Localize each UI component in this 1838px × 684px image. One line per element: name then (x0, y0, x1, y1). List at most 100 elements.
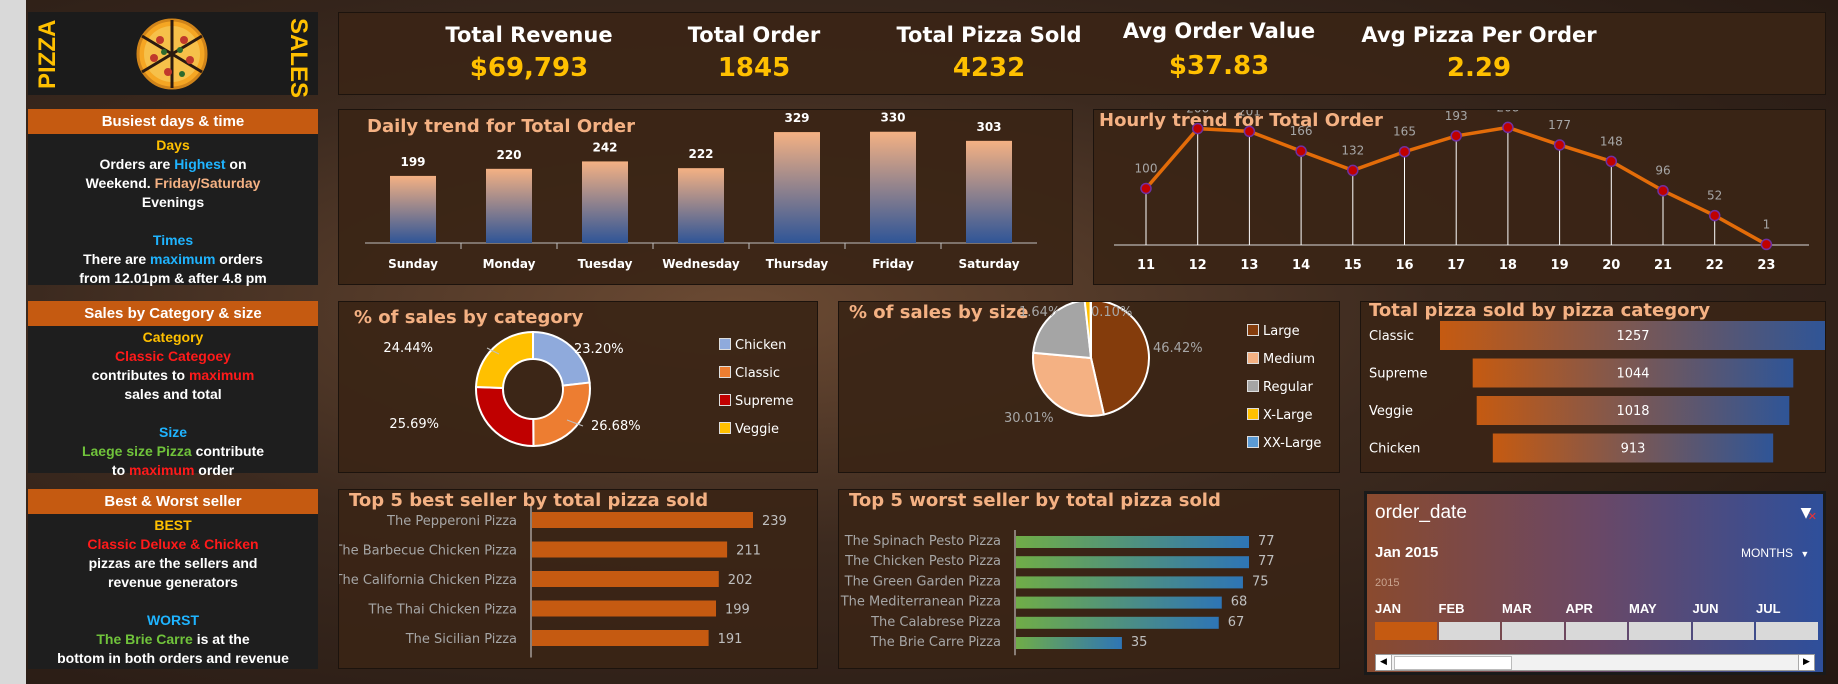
category-label: The Green Garden Pizza (844, 574, 1001, 589)
worst-heading: WORST (146, 612, 200, 628)
scroll-thumb[interactable] (1394, 656, 1512, 670)
legend-swatch (719, 394, 731, 406)
category-heading: Category (142, 329, 204, 345)
point-16 (1398, 145, 1411, 158)
point-14 (1295, 145, 1307, 157)
kpi-total-revenue-value: $69,793 (469, 53, 589, 83)
data-label: 242 (592, 140, 617, 154)
text: Weekend. (85, 175, 155, 191)
data-label: 67 (1228, 615, 1245, 630)
bar-sunday (390, 175, 436, 243)
text: pizzas are the sellers and (88, 555, 258, 571)
timeline-cell-apr[interactable] (1565, 622, 1627, 640)
legend-label: Regular (1263, 380, 1313, 395)
data-label: 77 (1258, 534, 1275, 549)
month-label-apr: APR (1565, 601, 1593, 616)
text: from 12.01pm & after 4.8 pm (79, 270, 267, 286)
data-label: 199 (725, 603, 750, 618)
data-label: 23.20% (574, 342, 624, 357)
logo-pizza-text: PIZZA (34, 19, 61, 89)
data-label: 1 (1763, 217, 1771, 231)
slicer-selected-range: Jan 2015 (1375, 544, 1439, 561)
clear-filter-icon[interactable]: ▼ ✕ (1797, 504, 1817, 523)
data-label: 913 (1621, 442, 1646, 457)
bar (1016, 536, 1249, 548)
slicer-level-label: MONTHS (1741, 546, 1793, 560)
slicer-level-dropdown[interactable]: MONTHS ▼ (1741, 546, 1809, 560)
x-tick-label: 16 (1395, 258, 1413, 273)
month-label-mar: MAR (1502, 601, 1532, 616)
worst-sellers-panel: Top 5 worst seller by total pizza sold T… (838, 489, 1340, 669)
highlight: maximum (150, 251, 216, 267)
data-label: 303 (976, 120, 1001, 134)
bar (1016, 616, 1219, 629)
busiest-days-title: Busiest days & time (28, 109, 318, 134)
legend-swatch (1247, 436, 1259, 448)
month-label-feb: FEB (1438, 601, 1465, 616)
timeline-cell-jan[interactable] (1375, 622, 1437, 640)
legend-regular: Regular (1247, 380, 1313, 395)
category-label: The Barbecue Chicken Pizza (339, 544, 517, 559)
logo-sales-text: SALES (285, 18, 312, 99)
slicer-scrollbar[interactable]: ◀ ▶ (1375, 654, 1815, 671)
data-label: 206 (1186, 110, 1209, 116)
data-label: 148 (1600, 134, 1623, 148)
category-label: The California Chicken Pizza (339, 573, 517, 588)
pizza-icon (136, 18, 208, 90)
point-15 (1347, 164, 1359, 177)
hourly-trend-chart: 1001120612201131661413215165161931720818… (1114, 110, 1809, 273)
timeline-cell-mar[interactable] (1502, 622, 1564, 640)
data-label: 177 (1548, 118, 1571, 132)
text: revenue generators (108, 574, 238, 590)
bar (1016, 637, 1122, 649)
timeline-cell-jun[interactable] (1692, 622, 1754, 640)
kpi-avg-pizza-per-order-value: 2.29 (1446, 53, 1512, 83)
point-17 (1450, 130, 1462, 142)
category-label: Veggie (1369, 404, 1413, 419)
spreadsheet-margin (0, 0, 26, 684)
highlight: maximum (188, 367, 255, 383)
timeline-cell-jul[interactable] (1756, 622, 1818, 640)
kpi-total-order-value: 1845 (717, 53, 791, 83)
x-tick-label: 18 (1499, 258, 1517, 273)
kpi-avg-order-value-value: $37.83 (1168, 51, 1270, 81)
point-20 (1605, 155, 1618, 168)
days-heading: Days (156, 137, 190, 153)
point-11 (1140, 182, 1152, 195)
data-label: 208 (1496, 110, 1519, 114)
scroll-right-arrow[interactable]: ▶ (1798, 655, 1814, 670)
kpi-total-order-label: Total Order (687, 23, 821, 47)
x-tick-label: Monday (483, 257, 536, 271)
legend-classic: Classic (719, 366, 780, 381)
best-sellers-panel: Top 5 best seller by total pizza sold Th… (338, 489, 818, 669)
data-label: 211 (736, 544, 761, 559)
legend-swatch (719, 366, 731, 378)
category-label: The Spinach Pesto Pizza (844, 534, 1001, 549)
bar-monday (486, 168, 532, 243)
slice-classic (532, 381, 591, 448)
bar-friday (870, 131, 916, 243)
point-22 (1708, 209, 1721, 222)
slicer-year-label: 2015 (1375, 577, 1400, 589)
best-worst-title: Best & Worst seller (28, 489, 318, 514)
bar (532, 571, 719, 587)
order-date-slicer[interactable]: order_date ▼ ✕ Jan 2015 MONTHS ▼ 2015 JAN… (1364, 491, 1826, 675)
x-tick-label: Tuesday (578, 257, 633, 271)
bar (1016, 596, 1222, 609)
category-label: Chicken (1369, 442, 1420, 457)
size-heading: Size (158, 424, 187, 440)
legend-medium: Medium (1247, 352, 1315, 367)
x-tick-label: Thursday (766, 257, 829, 271)
timeline-cell-feb[interactable] (1438, 622, 1500, 640)
kpi-panel: Total Revenue $69,793 Total Order 1845 T… (338, 12, 1826, 95)
slicer-title: order_date (1375, 502, 1467, 523)
category-label: The Thai Chicken Pizza (368, 603, 518, 618)
best-heading: BEST (154, 517, 192, 533)
data-label: 199 (400, 155, 425, 169)
timeline-cell-may[interactable] (1629, 622, 1691, 640)
highlight: Friday/Saturday (154, 175, 261, 191)
x-tick-label: 12 (1189, 258, 1207, 273)
scroll-left-arrow[interactable]: ◀ (1376, 655, 1392, 670)
x-tick-label: 14 (1292, 258, 1310, 273)
point-12 (1191, 122, 1204, 135)
